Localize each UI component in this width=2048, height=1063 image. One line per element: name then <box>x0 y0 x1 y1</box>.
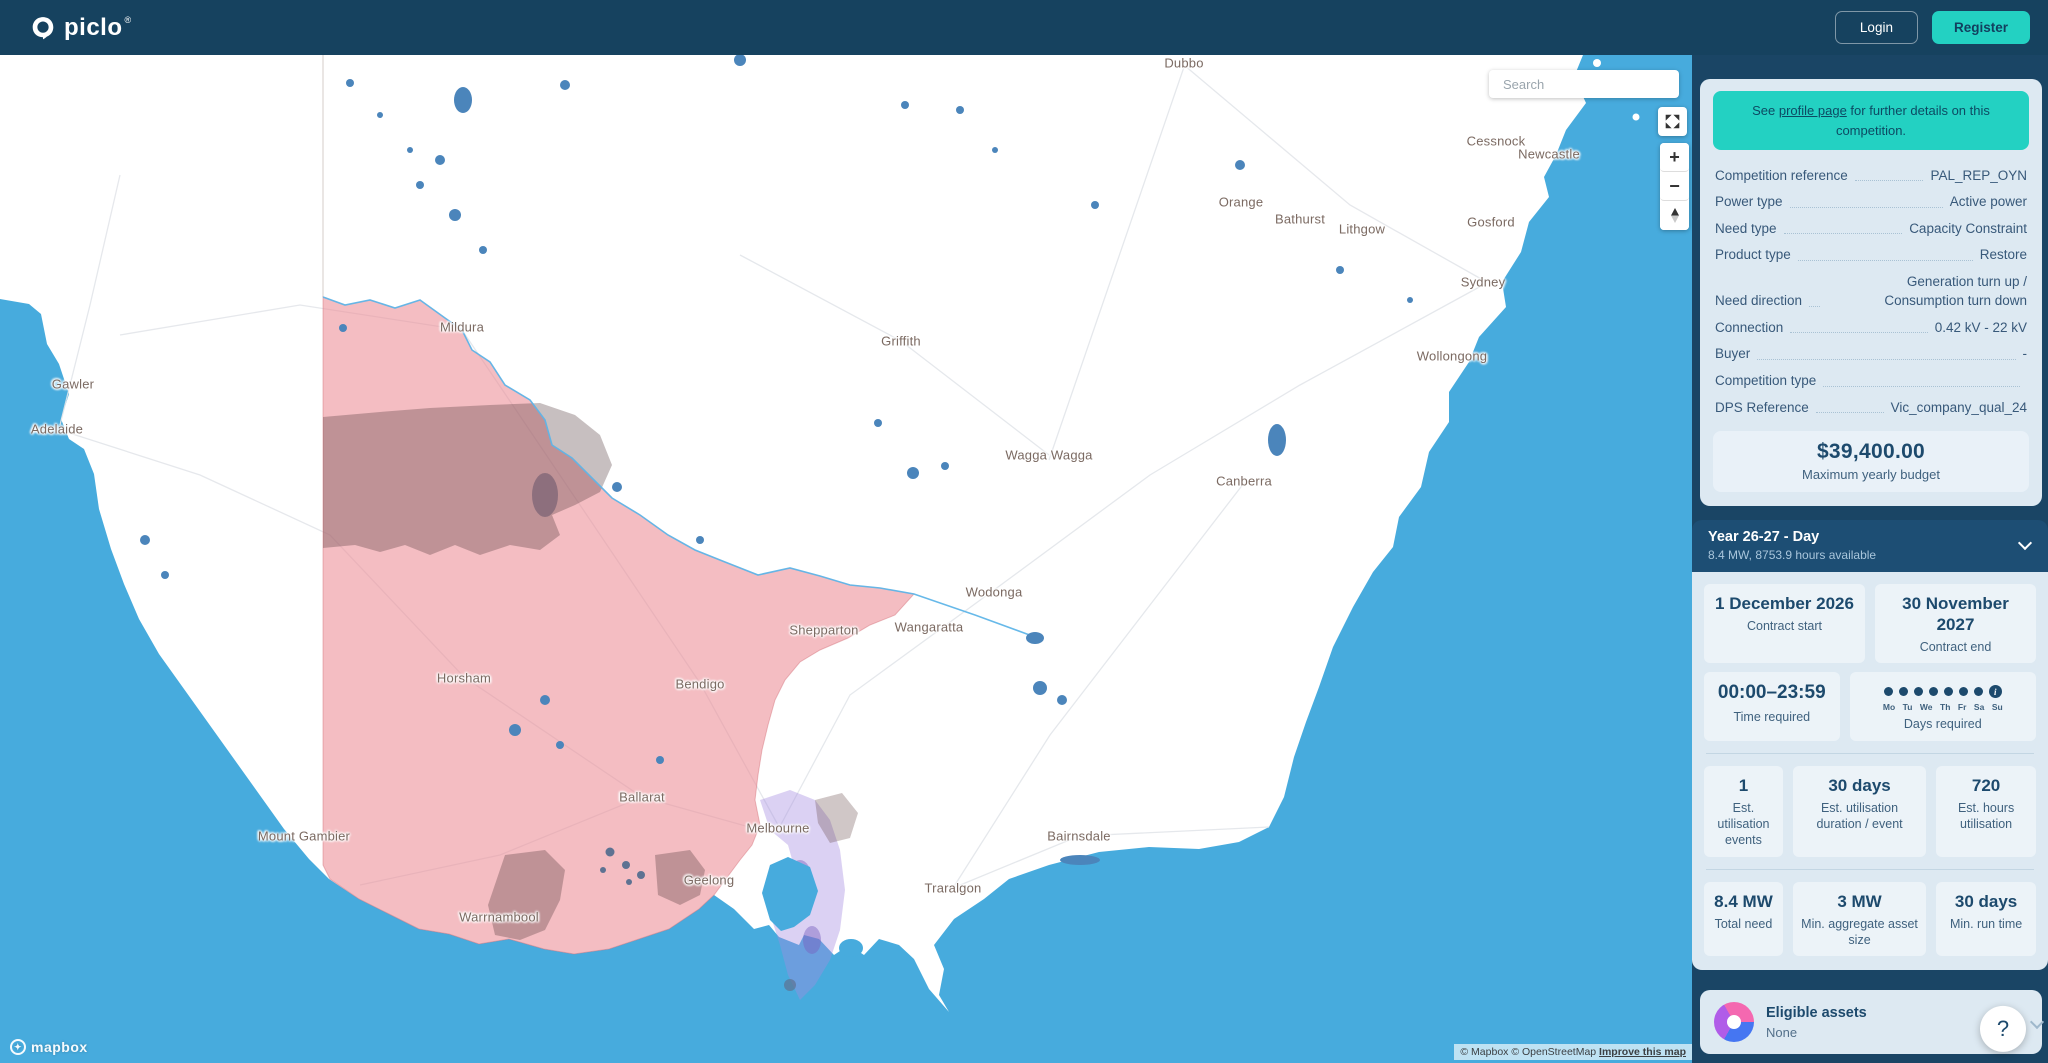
map-label: Melbourne <box>746 821 809 836</box>
info-icon[interactable]: i <box>1989 685 2002 698</box>
min-run-tile: 30 days Min. run time <box>1936 882 2036 957</box>
map-attribution: © Mapbox © OpenStreetMap Improve this ma… <box>1454 1044 1692 1060</box>
divider <box>1706 869 2034 870</box>
contract-end-tile: 30 November 2027 Contract end <box>1875 584 2036 664</box>
detail-row-competition-type: Competition type <box>1713 368 2029 395</box>
map-label: Newcastle <box>1518 147 1580 162</box>
map-label: Bendigo <box>675 677 724 692</box>
map-search-box[interactable] <box>1489 70 1679 98</box>
eligible-assets-card[interactable]: Eligible assets None ? <box>1700 990 2042 1054</box>
map-geography <box>0 55 1692 1063</box>
map-label: Horsham <box>437 671 491 686</box>
est-events-tile: 1 Est. utilisation events <box>1704 766 1783 857</box>
budget-amount: $39,400.00 <box>1723 440 2019 464</box>
map-label: Bairnsdale <box>1047 829 1110 844</box>
map-label: Adelaide <box>31 422 83 437</box>
map-label: Orange <box>1219 195 1264 210</box>
contract-start-tile: 1 December 2026 Contract start <box>1704 584 1865 664</box>
login-button[interactable]: Login <box>1835 11 1918 44</box>
map-label: Bathurst <box>1275 212 1325 227</box>
map-label: Mount Gambier <box>258 829 350 844</box>
piclo-logo[interactable]: piclo ® <box>30 15 131 41</box>
eligible-assets-value: None <box>1766 1025 1867 1040</box>
period-card: Year 26-27 - Day 8.4 MW, 8753.9 hours av… <box>1692 520 2048 971</box>
map-label: Wodonga <box>966 585 1023 600</box>
detail-row-product-type: Product typeRestore <box>1713 242 2029 269</box>
period-subtitle: 8.4 MW, 8753.9 hours available <box>1708 548 2032 562</box>
help-button[interactable]: ? <box>1980 1006 2026 1052</box>
min-aggregate-tile: 3 MW Min. aggregate asset size <box>1793 882 1926 957</box>
map-label: Lithgow <box>1339 222 1385 237</box>
map-label: Canberra <box>1216 474 1272 489</box>
piclo-bubble-icon <box>30 15 56 41</box>
detail-row-connection: Connection0.42 kV - 22 kV <box>1713 314 2029 341</box>
map-label: Wagga Wagga <box>1005 448 1092 463</box>
register-button[interactable]: Register <box>1932 11 2030 44</box>
compass-button[interactable] <box>1660 201 1689 230</box>
improve-map-link[interactable]: Improve this map <box>1599 1046 1686 1058</box>
assets-donut-icon <box>1714 1002 1754 1042</box>
detail-row-need-direction: Need directionGeneration turn up / Consu… <box>1713 268 2029 314</box>
map-label: Dubbo <box>1164 56 1203 71</box>
registered-mark: ® <box>125 15 132 25</box>
zoom-out-button[interactable]: − <box>1660 172 1689 201</box>
mapbox-logo[interactable]: ✦ mapbox <box>10 1039 88 1055</box>
zoom-controls: + − <box>1660 143 1689 230</box>
detail-row-need-type: Need typeCapacity Constraint <box>1713 215 2029 242</box>
map-label: Mildura <box>440 320 484 335</box>
logo-text: piclo <box>64 15 123 41</box>
budget-label: Maximum yearly budget <box>1723 467 2019 482</box>
est-hours-tile: 720 Est. hours utilisation <box>1936 766 2036 857</box>
est-duration-tile: 30 days Est. utilisation duration / even… <box>1793 766 1926 857</box>
day-dots: i <box>1856 685 2030 698</box>
search-input[interactable] <box>1503 77 1679 92</box>
map-label: Ballarat <box>619 790 665 805</box>
detail-row-competition-reference: Competition referencePAL_REP_OYN <box>1713 162 2029 189</box>
fullscreen-icon <box>1664 113 1681 130</box>
mapbox-attribution[interactable]: © Mapbox <box>1460 1046 1508 1058</box>
period-title: Year 26-27 - Day <box>1708 529 2032 545</box>
profile-banner: See profile page for further details on … <box>1713 91 2029 150</box>
time-required-tile: 00:00–23:59 Time required <box>1704 672 1840 740</box>
map-label: Traralgon <box>925 881 982 896</box>
total-need-tile: 8.4 MW Total need <box>1704 882 1783 957</box>
detail-row-dps-reference: DPS ReferenceVic_company_qual_24 <box>1713 394 2029 421</box>
period-header[interactable]: Year 26-27 - Day 8.4 MW, 8753.9 hours av… <box>1692 520 2048 572</box>
budget-tile: $39,400.00 Maximum yearly budget <box>1713 431 2029 492</box>
map-label: Warrnambool <box>459 910 539 925</box>
eligible-assets-title: Eligible assets <box>1766 1005 1867 1021</box>
map-label: Griffith <box>881 334 921 349</box>
map-label: Gawler <box>52 377 94 392</box>
zoom-in-button[interactable]: + <box>1660 143 1689 172</box>
competition-sidebar: See profile page for further details on … <box>1692 55 2048 1063</box>
map-label: Wangaratta <box>895 620 964 635</box>
divider <box>1706 753 2034 754</box>
map-label: Wollongong <box>1417 349 1487 364</box>
map-label: Cessnock <box>1467 134 1526 149</box>
competition-summary-card: See profile page for further details on … <box>1700 79 2042 506</box>
mapbox-icon: ✦ <box>10 1039 26 1055</box>
profile-page-link[interactable]: profile page <box>1779 103 1847 118</box>
day-names: MoTu WeTh FrSa Su <box>1856 702 2030 712</box>
chevron-down-icon[interactable] <box>2030 1015 2044 1029</box>
competition-details-list: Competition referencePAL_REP_OYN Power t… <box>1713 162 2029 421</box>
period-body: 1 December 2026 Contract start 30 Novemb… <box>1692 572 2048 971</box>
map-label: Sydney <box>1461 275 1506 290</box>
map-label: Geelong <box>684 873 735 888</box>
top-navigation-bar: piclo ® Login Register <box>0 0 2048 55</box>
detail-row-buyer: Buyer- <box>1713 341 2029 368</box>
osm-attribution[interactable]: © OpenStreetMap <box>1511 1046 1596 1058</box>
compass-icon <box>1669 207 1681 224</box>
days-required-tile: i MoTu WeTh FrSa Su Days required <box>1850 672 2036 740</box>
map-label: Shepparton <box>789 623 858 638</box>
map-canvas[interactable]: Dubbo CessnockNewcastle Orange Bathurst Lith… <box>0 55 1692 1063</box>
map-label: Gosford <box>1467 215 1515 230</box>
detail-row-power-type: Power typeActive power <box>1713 189 2029 216</box>
fullscreen-button[interactable] <box>1658 107 1687 136</box>
